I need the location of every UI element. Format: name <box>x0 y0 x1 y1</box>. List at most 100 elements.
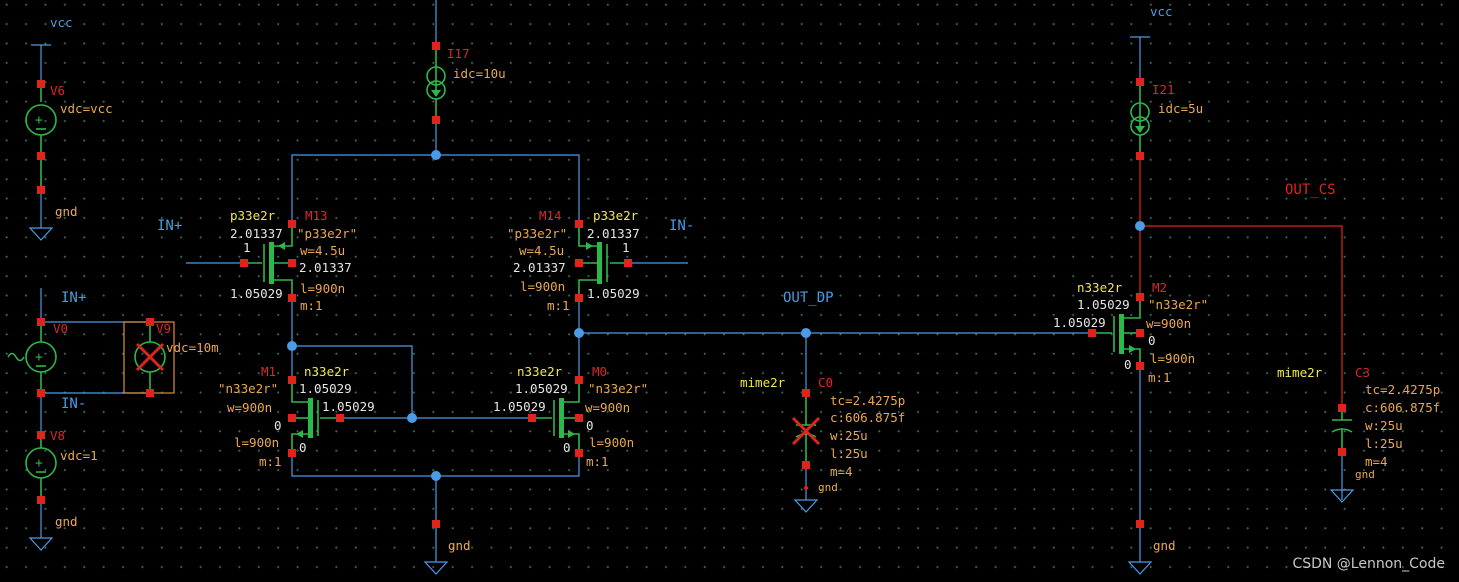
isource-i17[interactable] <box>426 46 446 120</box>
gnd-symbol <box>423 561 449 575</box>
svg-text:+: + <box>35 456 43 471</box>
pin <box>1136 78 1144 86</box>
op-value: 1.05029 <box>299 381 352 396</box>
pin <box>288 294 296 302</box>
net-label-out-dp: OUT_DP <box>783 290 834 306</box>
gnd-label: gnd <box>1355 468 1375 481</box>
pin <box>37 80 45 88</box>
junction-c0 <box>801 328 811 338</box>
instance-name: V9 <box>156 321 171 336</box>
instance-name: M13 <box>305 208 328 223</box>
model-label: "n33e2r" <box>588 381 648 396</box>
pin <box>1338 404 1346 412</box>
junction-tail <box>431 150 441 160</box>
op-value: 0 <box>299 440 307 455</box>
junction-gnd <box>431 471 441 481</box>
vcc-label: vcc <box>50 15 73 30</box>
param-label: l=900n <box>1150 351 1195 366</box>
op-value: 2.01337 <box>299 260 352 275</box>
model-label: "n33e2r" <box>1148 297 1208 312</box>
pin <box>624 259 632 267</box>
param-label: w=4.5u <box>300 243 345 258</box>
pin <box>288 376 296 384</box>
pin <box>1136 520 1144 528</box>
pin <box>336 414 344 422</box>
gnd-label: gnd <box>1153 538 1176 553</box>
gnd-symbol <box>28 537 54 551</box>
pins[interactable] <box>37 42 1346 528</box>
wires[interactable] <box>40 0 1343 562</box>
cell-name: mime2r <box>740 375 786 390</box>
param-label: l:25u <box>1365 436 1403 451</box>
param-label: w=900n <box>585 400 630 415</box>
net-label-in-minus: IN- <box>61 396 86 412</box>
pin <box>804 486 808 490</box>
pin <box>432 520 440 528</box>
instance-name: M1 <box>261 364 276 379</box>
op-value: 1.05029 <box>322 399 375 414</box>
cell-name: n33e2r <box>304 364 350 379</box>
net-label-in-plus: IN+ <box>61 290 86 306</box>
vsource-v8[interactable]: + <box>25 435 57 500</box>
pin <box>802 389 810 397</box>
pin <box>1338 448 1346 456</box>
instance-name: I17 <box>447 46 470 61</box>
op-value: 1.05029 <box>587 286 640 301</box>
capacitor-c3[interactable] <box>1331 408 1353 452</box>
param-label: l=900n <box>520 279 565 294</box>
pin <box>432 42 440 50</box>
wire-tail-sources <box>291 154 580 224</box>
op-value: 2.01337 <box>230 226 283 241</box>
vsource-v6[interactable]: + <box>25 84 57 190</box>
isource-i21[interactable] <box>1130 82 1150 156</box>
param-label: w:25u <box>830 428 868 443</box>
param-label: l:25u <box>830 446 868 461</box>
pin <box>528 414 536 422</box>
pin <box>288 449 296 457</box>
pin <box>37 389 45 397</box>
param-label: m:1 <box>586 454 609 469</box>
pin <box>575 220 583 228</box>
op-value: 1.05029 <box>515 381 568 396</box>
gnd-label: gnd <box>448 538 471 553</box>
instance-name: M0 <box>592 364 607 379</box>
svg-text:+: + <box>35 350 43 365</box>
gnd-label: gnd <box>55 204 78 219</box>
gnd-label: gnd <box>818 481 838 494</box>
gnd-symbol <box>1127 561 1153 575</box>
schematic[interactable]: + + + vcc vcc IN+ IN- IN+ IN- OUT_DP OUT… <box>0 0 1459 582</box>
pin <box>1136 362 1144 370</box>
param-label: m:1 <box>1148 370 1171 385</box>
param-label: w:25u <box>1365 418 1403 433</box>
pin <box>1136 152 1144 160</box>
pin <box>288 259 296 267</box>
param-label: idc=10u <box>453 66 506 81</box>
net-label-out-cs: OUT_CS <box>1285 182 1336 198</box>
op-value: 2.01337 <box>587 226 640 241</box>
param-label: tc=2.4275p <box>830 393 905 408</box>
net-label-in-minus: IN- <box>669 218 694 234</box>
param-label: tc=2.4275p <box>1365 382 1440 397</box>
param-label: l=900n <box>300 281 345 296</box>
pin <box>432 116 440 124</box>
op-value: 1.05029 <box>493 399 546 414</box>
capacitor-c0[interactable] <box>791 393 821 465</box>
cell-name: n33e2r <box>517 364 563 379</box>
model-label: "p33e2r" <box>297 226 357 241</box>
junctions <box>287 150 1145 481</box>
param-label: m:1 <box>300 298 323 313</box>
gate-value: 1 <box>622 240 630 255</box>
op-value: 1.05029 <box>1053 315 1106 330</box>
pin <box>575 376 583 384</box>
vsource-v0[interactable]: + <box>7 322 57 393</box>
cell-name: p33e2r <box>593 208 639 223</box>
instance-name: C3 <box>1355 365 1370 380</box>
pin <box>37 496 45 504</box>
gnd-label: gnd <box>55 514 78 529</box>
pin <box>240 259 248 267</box>
junction-m1-drain <box>287 341 297 351</box>
cell-name: n33e2r <box>1077 280 1123 295</box>
cell-name: mime2r <box>1277 365 1323 380</box>
param-label: vdc=10m <box>166 340 219 355</box>
instance-name: I21 <box>1152 82 1175 97</box>
